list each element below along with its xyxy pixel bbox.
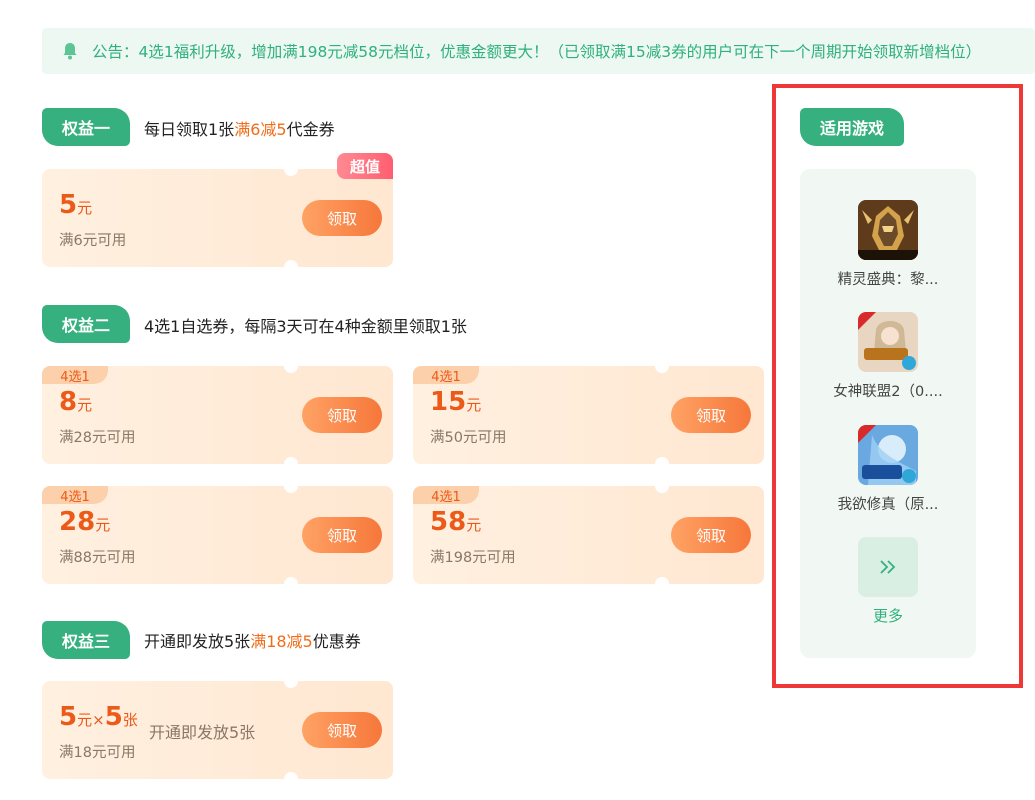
benefit-one-tag: 权益一 — [42, 108, 130, 146]
game-item[interactable]: 女神联盟2（0.... — [800, 312, 976, 401]
coupon-note: 开通即发放5张 — [149, 723, 256, 742]
claim-button[interactable]: 领取 — [302, 517, 382, 553]
game-name: 精灵盛典：黎... — [837, 272, 939, 288]
choose-one-badge: 4选1 — [413, 486, 479, 505]
game-name: 女神联盟2（0.... — [833, 384, 943, 400]
coupon-condition: 满88元可用 — [59, 550, 136, 566]
warrior-helmet-game-icon — [858, 200, 918, 260]
announcement-bar: 公告：4选1福利升级，增加满198元减58元档位，优惠金额更大！（已领取满15减… — [42, 28, 1035, 74]
claim-button[interactable]: 领取 — [302, 397, 382, 433]
benefit-one-description: 每日领取1张满6减5代金券 — [144, 120, 335, 139]
coupon-card: 5元×5张 满18元可用 开通即发放5张 领取 — [42, 674, 393, 786]
claim-button[interactable]: 领取 — [302, 200, 382, 236]
best-value-badge: 超值 — [337, 153, 393, 179]
coupon-card: 超值 5元 满6元可用 领取 — [42, 153, 393, 274]
coupon-condition: 满198元可用 — [430, 550, 516, 566]
coupon-card: 4选1 28元 满88元可用 领取 — [42, 479, 393, 591]
double-chevron-right-icon — [880, 560, 896, 574]
coupon-condition: 满50元可用 — [430, 430, 507, 446]
benefit-two-tag: 权益二 — [42, 305, 130, 343]
coupon-condition: 满6元可用 — [59, 233, 127, 249]
coupon-amount: 15元 — [430, 387, 482, 417]
coupon-amount: 5元×5张 — [59, 702, 138, 732]
choose-one-badge: 4选1 — [42, 486, 108, 505]
coupon-amount: 58元 — [430, 507, 482, 537]
game-item[interactable]: 精灵盛典：黎... — [800, 200, 976, 289]
applicable-games-tag: 适用游戏 — [800, 108, 904, 146]
coupon-card: 4选1 8元 满28元可用 领取 — [42, 359, 393, 471]
benefit-three-description: 开通即发放5张满18减5优惠券 — [144, 632, 361, 651]
bell-icon — [63, 43, 77, 60]
coupon-condition: 满28元可用 — [59, 430, 136, 446]
cultivation-game-icon — [858, 425, 918, 485]
claim-button[interactable]: 领取 — [671, 397, 751, 433]
choose-one-badge: 4选1 — [413, 366, 479, 385]
more-games-label[interactable]: 更多 — [800, 605, 976, 626]
more-games-button[interactable] — [858, 537, 918, 597]
coupon-card: 4选1 58元 满198元可用 领取 — [413, 479, 764, 591]
choose-one-badge: 4选1 — [42, 366, 108, 385]
goddess-game-icon — [858, 312, 918, 372]
coupon-amount: 5元 — [59, 190, 93, 220]
benefit-two-description: 4选1自选券，每隔3天可在4种金额里领取1张 — [144, 317, 467, 336]
claim-button[interactable]: 领取 — [671, 517, 751, 553]
claim-button[interactable]: 领取 — [302, 712, 382, 748]
coupon-card: 4选1 15元 满50元可用 领取 — [413, 359, 764, 471]
coupon-amount: 8元 — [59, 387, 93, 417]
coupon-amount: 28元 — [59, 507, 111, 537]
game-item[interactable]: 我欲修真（原... — [800, 425, 976, 514]
games-panel: 精灵盛典：黎... 女神联盟2（0.... 我欲修真（原... 更多 — [800, 169, 976, 658]
announcement-text: 公告：4选1福利升级，增加满198元减58元档位，优惠金额更大！（已领取满15减… — [92, 43, 982, 61]
coupon-condition: 满18元可用 — [59, 745, 136, 761]
benefit-three-tag: 权益三 — [42, 621, 130, 659]
game-name: 我欲修真（原... — [837, 497, 939, 513]
